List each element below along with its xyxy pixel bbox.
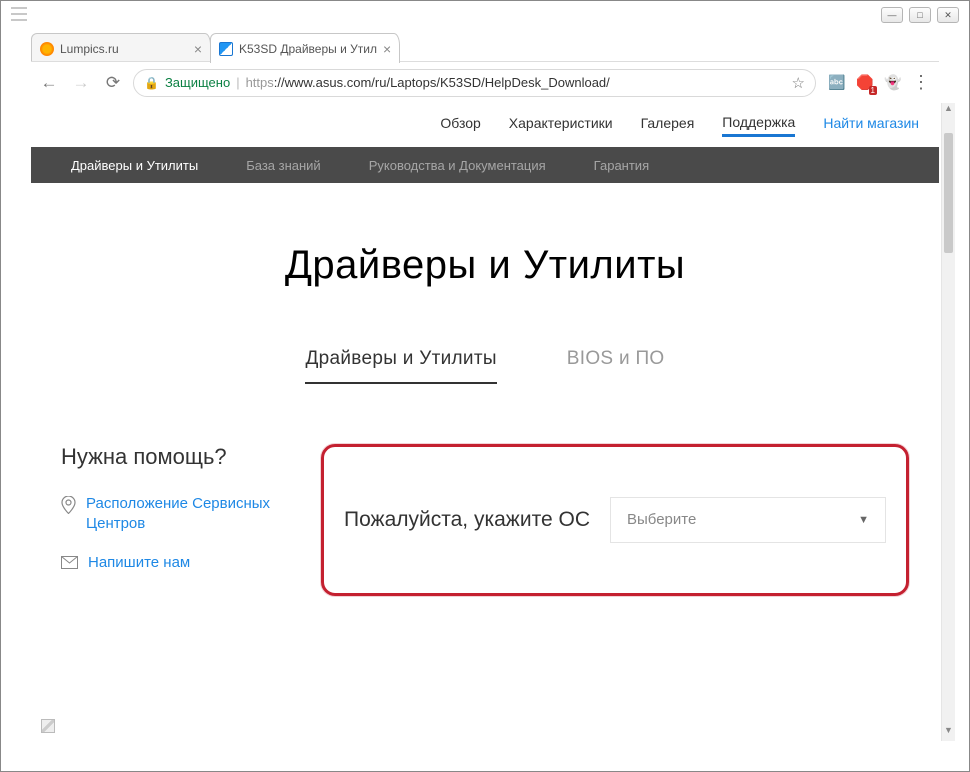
back-button[interactable]: ← <box>37 71 61 95</box>
os-select-placeholder: Выберите <box>627 511 696 528</box>
tab-title: Lumpics.ru <box>60 42 119 56</box>
subnav-drivers[interactable]: Драйверы и Утилиты <box>71 158 198 173</box>
extension-icons: 🔤 🛑1 👻 ⋮ <box>824 72 933 93</box>
tab-drivers-utilities[interactable]: Драйверы и Утилиты <box>305 348 496 384</box>
nav-bar: ← → ⟳ 🔒 Защищено | https://www.asus.com/… <box>31 61 939 103</box>
close-tab-icon[interactable]: × <box>383 42 391 56</box>
scroll-thumb[interactable] <box>944 133 953 253</box>
lock-icon: 🔒 <box>144 76 159 90</box>
ghostery-icon[interactable]: 👻 <box>884 74 902 92</box>
scroll-down-arrow[interactable]: ▼ <box>942 725 955 741</box>
nav-find-store[interactable]: Найти магазин <box>823 115 919 135</box>
page-title: Драйверы и Утилиты <box>31 243 939 288</box>
address-bar[interactable]: 🔒 Защищено | https://www.asus.com/ru/Lap… <box>133 69 816 97</box>
subnav-manuals[interactable]: Руководства и Документация <box>369 158 546 173</box>
link-text: Напишите нам <box>88 553 190 573</box>
browser-window: — □ ✕ Lumpics.ru × K53SD Драйверы и Утил… <box>0 0 970 772</box>
separator: | <box>236 75 239 90</box>
site-top-nav: Обзор Характеристики Галерея Поддержка Н… <box>31 103 939 147</box>
os-select-label: Пожалуйста, укажите ОС <box>344 508 590 532</box>
chevron-down-icon: ▼ <box>858 514 869 526</box>
help-column: Нужна помощь? Расположение Сервисных Цен… <box>61 444 291 596</box>
nav-support[interactable]: Поддержка <box>722 114 795 137</box>
link-write-us[interactable]: Напишите нам <box>61 553 291 576</box>
tab-strip: Lumpics.ru × K53SD Драйверы и Утил × <box>31 31 939 63</box>
broken-image-icon <box>41 719 55 733</box>
envelope-icon <box>61 555 78 576</box>
bookmark-star-icon[interactable]: ☆ <box>792 74 805 92</box>
help-title: Нужна помощь? <box>61 444 291 470</box>
window-menu-icon[interactable] <box>11 7 27 21</box>
window-controls: — □ ✕ <box>881 7 959 23</box>
maximize-button[interactable]: □ <box>909 7 931 23</box>
forward-button: → <box>69 71 93 95</box>
translate-icon[interactable]: 🔤 <box>828 74 846 92</box>
link-text: Расположение Сервисных Центров <box>86 494 291 533</box>
os-select-dropdown[interactable]: Выберите ▼ <box>610 497 886 543</box>
bottom-section: Нужна помощь? Расположение Сервисных Цен… <box>31 444 939 596</box>
nav-gallery[interactable]: Галерея <box>641 115 695 135</box>
support-sub-nav: Драйверы и Утилиты База знаний Руководст… <box>31 147 939 183</box>
os-selector-highlight: Пожалуйста, укажите ОС Выберите ▼ <box>321 444 909 596</box>
browser-menu-icon[interactable]: ⋮ <box>912 72 929 93</box>
nav-specs[interactable]: Характеристики <box>509 115 613 135</box>
close-tab-icon[interactable]: × <box>194 42 202 56</box>
tab-asus[interactable]: K53SD Драйверы и Утил × <box>210 33 400 63</box>
close-window-button[interactable]: ✕ <box>937 7 959 23</box>
content-tabs: Драйверы и Утилиты BIOS и ПО <box>31 348 939 384</box>
tab-lumpics[interactable]: Lumpics.ru × <box>31 33 211 63</box>
location-pin-icon <box>61 496 76 521</box>
favicon-icon <box>40 42 54 56</box>
subnav-kb[interactable]: База знаний <box>246 158 321 173</box>
tab-bios[interactable]: BIOS и ПО <box>567 348 665 384</box>
nav-overview[interactable]: Обзор <box>440 115 480 135</box>
url-text: https://www.asus.com/ru/Laptops/K53SD/He… <box>246 75 610 90</box>
favicon-icon <box>219 42 233 56</box>
minimize-button[interactable]: — <box>881 7 903 23</box>
reload-button[interactable]: ⟳ <box>101 71 125 95</box>
vertical-scrollbar[interactable]: ▲ ▼ <box>941 103 955 741</box>
page-viewport: Обзор Характеристики Галерея Поддержка Н… <box>31 103 939 741</box>
tab-title: K53SD Драйверы и Утил <box>239 42 377 56</box>
link-service-centers[interactable]: Расположение Сервисных Центров <box>61 494 291 533</box>
scroll-up-arrow[interactable]: ▲ <box>942 103 955 119</box>
secure-label: Защищено <box>165 75 230 90</box>
subnav-warranty[interactable]: Гарантия <box>594 158 649 173</box>
adblock-icon[interactable]: 🛑1 <box>856 74 874 92</box>
